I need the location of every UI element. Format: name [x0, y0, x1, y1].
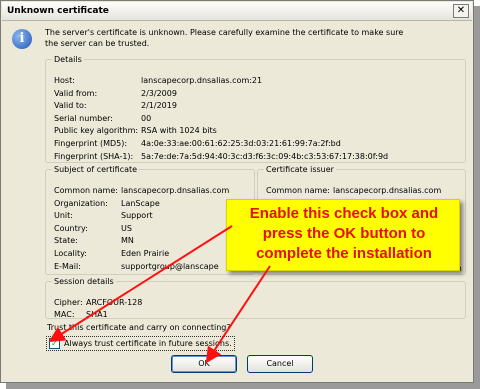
annotation-arrows	[48, 225, 271, 364]
arrow-to-checkbox	[48, 225, 233, 343]
arrow-to-ok	[205, 265, 271, 364]
